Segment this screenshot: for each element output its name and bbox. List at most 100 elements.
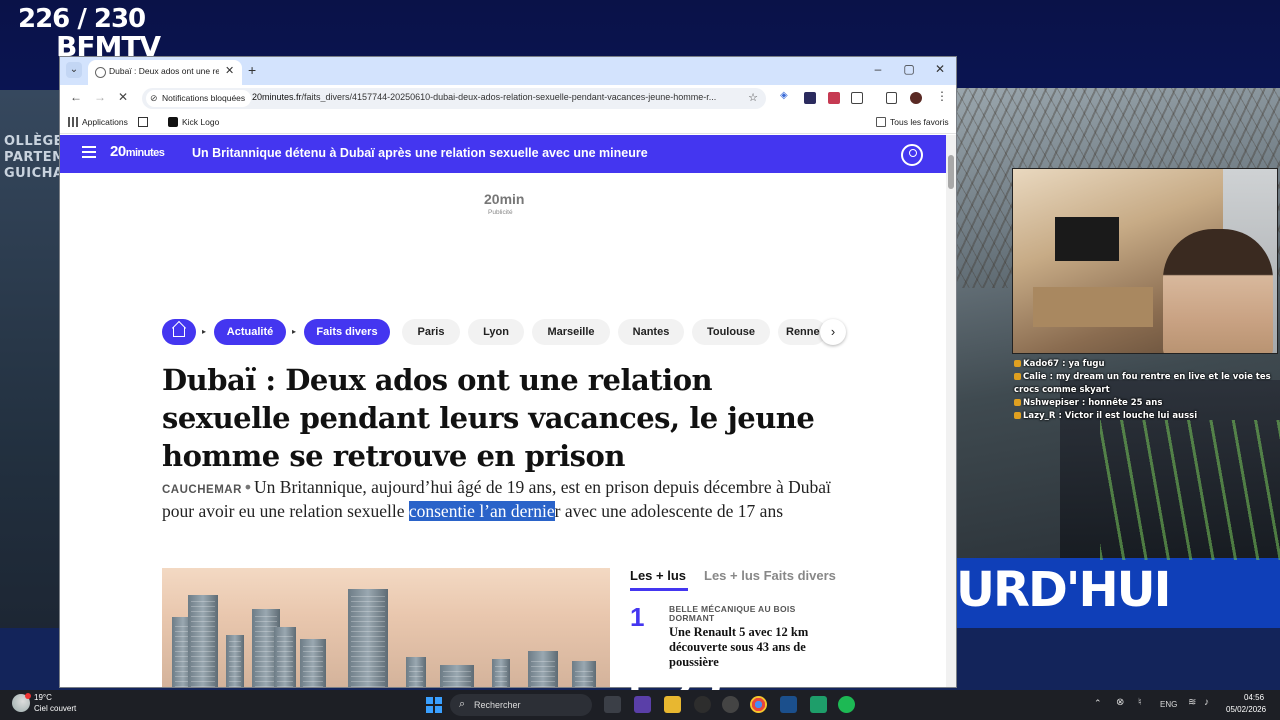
bookmark-all-favorites[interactable]: Tous les favoris (876, 117, 949, 127)
header-headline[interactable]: Un Britannique détenu à Dubaï après une … (192, 146, 648, 160)
media-control-icon[interactable] (886, 92, 897, 104)
nav-city-toulouse[interactable]: Toulouse (692, 319, 770, 345)
extension-red-icon[interactable] (828, 92, 840, 104)
ad-label: Publicité (488, 209, 513, 216)
app-icon[interactable] (634, 696, 651, 713)
spotify-icon[interactable] (838, 696, 855, 713)
back-arrow-icon[interactable]: ← (70, 90, 82, 104)
bookmark-kick-logo[interactable]: Kick Logo (168, 117, 219, 127)
minimize-button[interactable]: – (866, 62, 890, 76)
start-button[interactable] (426, 697, 442, 713)
tv-banner-text: URD'HUI (956, 562, 1171, 618)
active-tab-underline (630, 588, 688, 591)
nav-city-marseille[interactable]: Marseille (532, 319, 610, 345)
weather-condition[interactable]: Ciel couvert (34, 704, 76, 713)
app-icon[interactable] (810, 696, 827, 713)
volume-icon[interactable]: ♪ (1204, 697, 1209, 708)
nav-city-nantes[interactable]: Nantes (618, 319, 684, 345)
rank-item-kicker: BELLE MÉCANIQUE AU BOIS DORMANT (669, 604, 796, 623)
folder-icon (876, 117, 886, 127)
language-indicator[interactable]: ENG (1160, 700, 1177, 709)
clock-date[interactable]: 05/02/2026 (1226, 705, 1266, 714)
nav-next-button[interactable]: › (820, 319, 846, 345)
nav-faits-divers[interactable]: Faits divers (304, 319, 390, 345)
close-window-button[interactable]: ✕ (928, 62, 952, 76)
bookmarks-bar: Applications Kick Logo Tous les favoris (60, 112, 956, 134)
tab-groups-icon[interactable] (138, 117, 152, 127)
address-bar[interactable]: Notifications bloquées 20minutes.fr/fait… (142, 88, 766, 109)
network-off-icon[interactable]: ⊗ (1116, 697, 1124, 708)
browser-window: ⌄ Dubaï : Deux ados ont une relat ✕ + – … (60, 57, 956, 687)
maximize-button[interactable]: ▢ (897, 62, 921, 76)
rank-item-title[interactable]: Une Renault 5 avec 12 km découverte sous… (669, 625, 819, 670)
nav-actualite[interactable]: Actualité (214, 319, 286, 345)
microphone-icon[interactable]: ♮ (1138, 697, 1142, 708)
webcam-tv (1055, 217, 1119, 261)
extensions-puzzle-icon[interactable] (851, 92, 863, 104)
tab-close-icon[interactable]: ✕ (225, 64, 234, 77)
background-wall: OLLÈGE PARTEM GUICHA (0, 90, 65, 690)
hamburger-menu-icon[interactable] (82, 146, 96, 158)
bookmark-applications[interactable]: Applications (68, 117, 128, 127)
home-icon[interactable] (162, 319, 196, 345)
extension-icon[interactable] (804, 92, 816, 104)
webcam-shelf (1033, 287, 1153, 327)
chat-badge-icon (1014, 360, 1021, 367)
account-icon[interactable] (901, 144, 923, 166)
taskbar: 19°C Ciel couvert ⌕ Rechercher ⌃ ⊗ ♮ ENG… (0, 690, 1280, 720)
app-icon[interactable] (694, 696, 711, 713)
taskbar-search[interactable]: ⌕ Rechercher (450, 694, 592, 716)
ad-logo: 20min (484, 191, 525, 207)
stop-loading-icon[interactable]: ✕ (118, 90, 128, 104)
file-explorer-icon[interactable] (664, 696, 681, 713)
nav-city-lyon[interactable]: Lyon (468, 319, 524, 345)
tab-title: Dubaï : Deux ados ont une relat (109, 66, 219, 76)
steam-icon[interactable] (780, 696, 797, 713)
chat-badge-icon (1014, 373, 1021, 380)
new-tab-button[interactable]: + (248, 62, 256, 78)
forward-arrow-icon[interactable]: → (94, 90, 106, 104)
clock-time[interactable]: 04:56 (1244, 693, 1264, 702)
tab-bar: ⌄ Dubaï : Deux ados ont une relat ✕ + – … (60, 57, 956, 85)
extension-audio-icon[interactable]: ◈ (780, 90, 792, 102)
article-kicker: CAUCHEMAR (162, 484, 242, 496)
chat-message: Lazy_R: Victor il est louche lui aussi (1014, 410, 1276, 423)
browser-toolbar: ← → ✕ Notifications bloquées 20minutes.f… (60, 85, 956, 112)
tab-most-read-faits-divers[interactable]: Les + lus Faits divers (704, 568, 836, 583)
weather-temp[interactable]: 19°C (34, 693, 52, 702)
chrome-icon[interactable] (750, 696, 767, 713)
site-logo[interactable]: 20minutes (110, 143, 165, 160)
scrollbar-thumb[interactable] (948, 155, 954, 189)
selected-text[interactable]: consentie l’an dernie (408, 501, 555, 521)
chat-badge-icon (1014, 412, 1021, 419)
webcam-feed (1012, 168, 1278, 354)
obs-icon[interactable] (722, 696, 739, 713)
chat-message: Kado67: ya fugu (1014, 358, 1276, 371)
web-page: 20minutes Un Britannique détenu à Dubaï … (60, 135, 946, 687)
tab-most-read[interactable]: Les + lus (630, 568, 686, 583)
weather-icon[interactable] (12, 693, 31, 712)
profile-avatar[interactable] (910, 92, 922, 104)
tray-chevron-icon[interactable]: ⌃ (1094, 698, 1102, 709)
tab-search-button[interactable]: ⌄ (66, 62, 82, 78)
chevron-right-icon: ▸ (202, 327, 207, 336)
article-lead: CAUCHEMAR • Un Britannique, aujourd’hui âg… (162, 477, 831, 521)
page-scrollbar[interactable] (946, 135, 956, 687)
nav-city-rennes[interactable]: Renne (778, 319, 826, 345)
menu-kebab-icon[interactable]: ⋮ (936, 89, 948, 103)
bookmark-star-icon[interactable]: ☆ (748, 91, 758, 104)
wifi-icon[interactable]: ≋ (1188, 697, 1196, 708)
notifications-blocked-chip[interactable]: Notifications bloquées (146, 90, 252, 107)
task-view-icon[interactable] (604, 696, 621, 713)
chat-message: Nshwepiser: honnête 25 ans (1014, 397, 1276, 410)
stream-chat: Kado67: ya fugu Calie: my dream un fou r… (1014, 358, 1276, 423)
active-tab[interactable]: Dubaï : Deux ados ont une relat ✕ (88, 60, 242, 85)
url-text[interactable]: 20minutes.fr/faits_divers/4157744-202506… (252, 92, 742, 102)
nav-city-paris[interactable]: Paris (402, 319, 460, 345)
chevron-right-icon: ▸ (292, 327, 297, 336)
news-photo-fence (1100, 420, 1280, 560)
search-icon: ⌕ (459, 698, 466, 710)
site-header: 20minutes Un Britannique détenu à Dubaï … (60, 135, 946, 173)
article-hero-image[interactable] (162, 568, 610, 687)
chat-badge-icon (1014, 399, 1021, 406)
